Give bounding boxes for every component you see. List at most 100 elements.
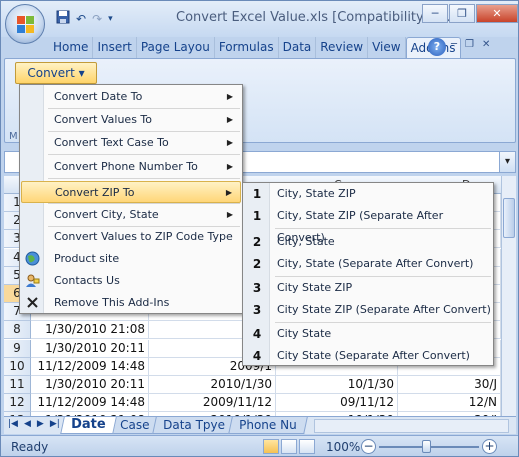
grid-cell[interactable]: 10/1/30: [276, 376, 398, 394]
menu-item-convert-text-case[interactable]: Convert Text Case To ▶: [21, 132, 241, 154]
tab-review[interactable]: Review: [316, 37, 369, 58]
submenu-item[interactable]: 2 City, State (Separate After Convert): [243, 253, 493, 275]
view-buttons: [263, 439, 315, 454]
submenu-item-number: 1: [252, 209, 262, 223]
row-header[interactable]: 12: [4, 394, 31, 413]
qat-customize-icon[interactable]: ▾: [108, 12, 113, 26]
tab-view[interactable]: View: [368, 37, 406, 58]
workbook-close-icon[interactable]: ✕: [482, 39, 490, 50]
normal-view-icon[interactable]: [263, 439, 279, 454]
grid-cell[interactable]: 2009/11/12: [149, 394, 276, 413]
tab-data[interactable]: Data: [279, 37, 317, 58]
save-icon[interactable]: [56, 10, 70, 27]
submenu-item-label: City, State ZIP: [277, 187, 356, 200]
sheet-tab-data-type[interactable]: Data Tpye: [152, 417, 236, 434]
tab-home[interactable]: Home: [49, 37, 94, 58]
menu-item-convert-date[interactable]: Convert Date To ▶: [21, 86, 241, 108]
formula-bar-expand-icon[interactable]: ▾: [499, 152, 515, 172]
scrollbar-thumb[interactable]: [503, 198, 515, 238]
zoom-in-button[interactable]: +: [482, 439, 497, 454]
menu-item-label: Contacts Us: [54, 274, 120, 287]
row-header[interactable]: 8: [4, 321, 31, 340]
office-button[interactable]: [5, 4, 45, 44]
status-ready: Ready: [11, 440, 49, 454]
sheet-tab-label: Data Tpye: [163, 418, 225, 432]
sheet-navigation: |◀ ◀ ▶ ▶|: [8, 419, 60, 429]
menu-item-convert-zip[interactable]: Convert ZIP To ▶: [21, 181, 241, 203]
submenu-item-number: 3: [252, 303, 262, 317]
row-header[interactable]: 10: [4, 357, 31, 376]
first-sheet-icon[interactable]: |◀: [8, 419, 18, 429]
window-controls: ─ ❐ ✕: [421, 4, 518, 23]
menu-item-product-site[interactable]: Product site: [21, 248, 241, 270]
submenu-arrow-icon: ▶: [226, 210, 233, 219]
sheet-tab-label: Date: [71, 417, 106, 432]
sheet-tab-phone-number[interactable]: Phone Nu: [228, 417, 308, 434]
row-header[interactable]: 11: [4, 376, 31, 394]
submenu-item[interactable]: 3 City State ZIP: [243, 277, 493, 299]
restore-button[interactable]: ❐: [449, 4, 475, 23]
convert-dropdown-button[interactable]: Convert ▾: [15, 62, 97, 84]
menu-item-convert-values[interactable]: Convert Values To ▶: [21, 109, 241, 131]
next-sheet-icon[interactable]: ▶: [37, 419, 44, 429]
submenu-arrow-icon: ▶: [226, 115, 233, 124]
menu-item-zip-code-type[interactable]: Convert Values to ZIP Code Type: [21, 226, 241, 248]
submenu-item-number: 1: [252, 187, 262, 201]
submenu-arrow-icon: ▶: [226, 92, 233, 101]
grid-cell[interactable]: 2010/1/30: [149, 376, 276, 394]
submenu-item[interactable]: 3 City State ZIP (Separate After Convert): [243, 299, 493, 321]
submenu-item[interactable]: 1 City, State ZIP: [243, 183, 493, 205]
menu-item-label: Convert Text Case To: [54, 136, 169, 149]
grid-cell[interactable]: 12/N: [398, 394, 501, 413]
grid-cell[interactable]: 11/12/2009 14:48: [31, 357, 149, 376]
submenu-item-label: City, State (Separate After Convert): [277, 257, 474, 270]
menu-item-remove-add-ins[interactable]: Remove This Add-Ins: [21, 292, 241, 314]
help-icon[interactable]: ?: [428, 38, 446, 56]
tab-page-layout[interactable]: Page Layou: [137, 37, 215, 58]
submenu-item-label: City State ZIP (Separate After Convert): [277, 303, 491, 316]
grid-cell[interactable]: 1/30/2010 21:08: [31, 321, 149, 340]
menu-item-label: Convert Values to ZIP Code Type: [54, 230, 233, 243]
tab-formulas[interactable]: Formulas: [215, 37, 279, 58]
submenu-arrow-icon: ▶: [225, 188, 232, 197]
grid-cell[interactable]: 30/J: [398, 376, 501, 394]
submenu-item-number: 4: [252, 349, 262, 363]
submenu-item[interactable]: 2 City, State: [243, 231, 493, 253]
sheet-tab-date[interactable]: Date: [60, 417, 117, 434]
sheet-tabs: Date Case Data Tpye Phone Nu: [60, 417, 308, 434]
horizontal-scrollbar[interactable]: [314, 419, 509, 433]
menu-separator: [48, 178, 240, 179]
prev-sheet-icon[interactable]: ◀: [24, 419, 31, 429]
workbook-controls: ─ ❐ ✕: [451, 39, 490, 50]
minimize-button[interactable]: ─: [422, 4, 448, 23]
row-header[interactable]: 9: [4, 339, 31, 358]
workbook-restore-icon[interactable]: ❐: [465, 39, 474, 50]
menu-item-contacts-us[interactable]: Contacts Us: [21, 270, 241, 292]
submenu-item[interactable]: 1 City, State ZIP (Separate After Convert…: [243, 205, 493, 244]
grid-cell[interactable]: 09/11/12: [276, 394, 398, 413]
submenu-item[interactable]: 4 City State (Separate After Convert): [243, 345, 493, 367]
grid-cell[interactable]: 1/30/2010 20:11: [31, 339, 149, 358]
close-button[interactable]: ✕: [476, 4, 518, 23]
grid-cell[interactable]: 11/12/2009 14:48: [31, 394, 149, 413]
page-break-view-icon[interactable]: [299, 439, 315, 454]
ribbon-tabs: Home Insert Page Layou Formulas Data Rev…: [49, 37, 461, 58]
workbook-minimize-icon[interactable]: ─: [451, 39, 457, 50]
menu-item-convert-phone[interactable]: Convert Phone Number To ▶: [21, 156, 241, 178]
submenu-item-number: 4: [252, 327, 262, 341]
menu-item-convert-city-state[interactable]: Convert City, State ▶: [21, 204, 241, 226]
submenu-item-label: City State ZIP: [277, 281, 353, 294]
submenu-item[interactable]: 4 City State: [243, 323, 493, 345]
convert-zip-submenu: 1 City, State ZIP 1 City, State ZIP (Separa…: [242, 182, 494, 366]
submenu-item-number: 2: [252, 235, 262, 249]
grid-cell[interactable]: 1/30/2010 20:11: [31, 376, 149, 394]
tab-insert[interactable]: Insert: [93, 37, 137, 58]
vertical-scrollbar[interactable]: [501, 176, 516, 416]
page-layout-view-icon[interactable]: [281, 439, 297, 454]
submenu-item-label: City State (Separate After Convert): [277, 349, 470, 362]
zoom-out-button[interactable]: −: [361, 439, 376, 454]
last-sheet-icon[interactable]: ▶|: [50, 419, 60, 429]
undo-icon[interactable]: ↶: [76, 12, 86, 26]
redo-icon[interactable]: ↷: [92, 12, 102, 26]
zoom-slider-knob[interactable]: [422, 440, 431, 453]
